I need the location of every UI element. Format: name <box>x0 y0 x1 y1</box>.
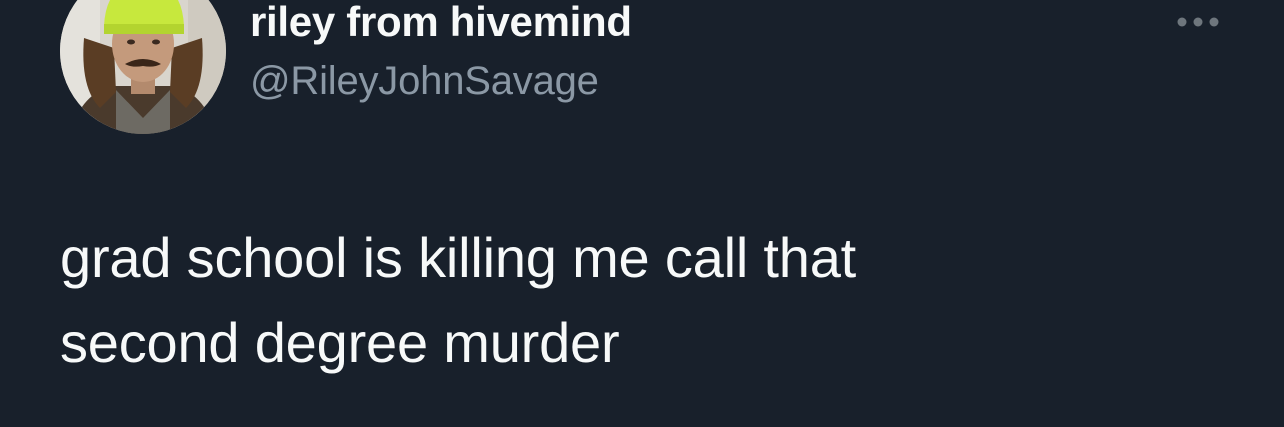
author-avatar[interactable] <box>60 0 226 134</box>
avatar-image <box>60 0 226 134</box>
more-horizontal-icon <box>1177 17 1219 27</box>
tweet: riley from hivemind @RileyJohnSavage gra… <box>0 0 1284 427</box>
tweet-text-line: grad school is killing me call that <box>60 226 857 289</box>
author-display-name[interactable]: riley from hivemind <box>250 0 632 46</box>
tweet-text: grad school is killing me call that seco… <box>60 215 1200 385</box>
more-options-button[interactable] <box>1168 4 1228 40</box>
author-handle[interactable]: @RileyJohnSavage <box>250 59 599 104</box>
tweet-text-line: second degree murder <box>60 311 620 374</box>
